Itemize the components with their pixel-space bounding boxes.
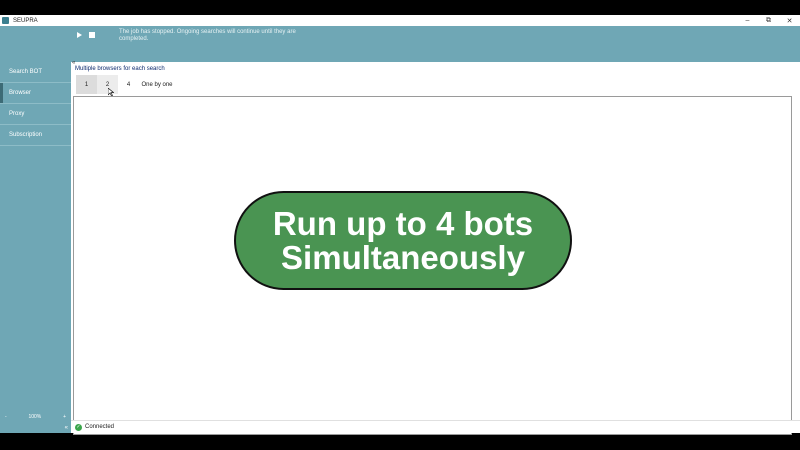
content-panel: Run up to 4 bots Simultaneously	[73, 96, 792, 435]
job-status-message: The job has stopped. Ongoing searches wi…	[119, 29, 296, 42]
collapse-sidebar-icon[interactable]: «	[65, 425, 68, 431]
zoom-level: 100%	[28, 414, 42, 420]
sidebar-item-label: Search BOT	[9, 69, 43, 75]
minimize-button[interactable]: –	[737, 15, 758, 26]
mouse-cursor-icon	[108, 88, 114, 96]
zoom-control: - 100% +	[0, 413, 71, 421]
play-icon[interactable]	[77, 32, 82, 38]
connection-status: Connected	[85, 424, 115, 430]
promo-banner: Run up to 4 bots Simultaneously	[234, 191, 572, 290]
app-window: SEUPRA – ⧉ ✕ The job has stopped. Ongoin…	[0, 15, 800, 435]
option-4[interactable]: 4	[118, 75, 139, 94]
option-one-by-one[interactable]: One by one	[139, 75, 175, 94]
sidebar-item-search-bot[interactable]: Search BOT	[0, 62, 71, 83]
status-bar: ✓ Connected	[71, 420, 800, 433]
toolbar: The job has stopped. Ongoing searches wi…	[0, 26, 800, 62]
sidebar-item-subscription[interactable]: Subscription	[0, 125, 71, 146]
close-button[interactable]: ✕	[779, 15, 800, 26]
sidebar-item-proxy[interactable]: Proxy	[0, 104, 71, 125]
sidebar: Search BOT Browser Proxy Subscription - …	[0, 62, 71, 433]
app-title: SEUPRA	[13, 17, 38, 24]
main-content: « Multiple browsers for each search 1 2 …	[71, 60, 800, 435]
section-title: Multiple browsers for each search	[75, 66, 165, 72]
option-1[interactable]: 1	[76, 75, 97, 94]
window-controls: – ⧉ ✕	[737, 15, 800, 26]
maximize-button[interactable]: ⧉	[758, 15, 779, 26]
title-bar: SEUPRA – ⧉ ✕	[0, 15, 800, 26]
banner-line-1: Run up to 4 bots	[272, 204, 534, 242]
zoom-out-button[interactable]: -	[5, 414, 7, 420]
banner-line-2: Simultaneously	[281, 238, 525, 276]
sidebar-item-browser[interactable]: Browser	[0, 83, 71, 104]
connected-check-icon: ✓	[75, 423, 82, 431]
zoom-in-button[interactable]: +	[63, 414, 66, 420]
stop-icon[interactable]	[89, 32, 95, 38]
app-logo-icon	[2, 17, 9, 24]
sidebar-item-label: Proxy	[9, 111, 25, 117]
sidebar-item-label: Browser	[9, 90, 32, 96]
browser-count-selector: 1 2 4 One by one	[76, 75, 175, 94]
sidebar-item-label: Subscription	[9, 132, 43, 138]
